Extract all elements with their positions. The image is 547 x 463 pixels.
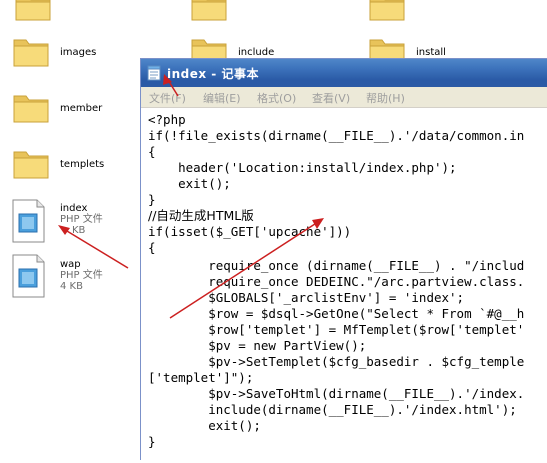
code-line: if(isset($_GET['upcache'])) xyxy=(148,224,352,239)
menu-view[interactable]: 查看(V) xyxy=(312,90,350,106)
code-line: header('Location:install/index.php'); xyxy=(148,160,457,175)
code-line: { xyxy=(148,144,156,159)
php-file-icon[interactable] xyxy=(10,198,46,244)
window-title: index - 记事本 xyxy=(167,67,259,81)
folder-icon[interactable] xyxy=(12,90,50,124)
code-line: { xyxy=(148,240,156,255)
menu-format[interactable]: 格式(O) xyxy=(257,90,296,106)
code-line: require_once DEDEINC."/arc.partview.clas… xyxy=(148,274,525,289)
folder-label-include[interactable]: include xyxy=(238,47,274,58)
code-line: $GLOBALS['_arclistEnv'] = 'index'; xyxy=(148,290,465,305)
code-line: $pv->SaveToHtml(dirname(__FILE__).'/inde… xyxy=(148,386,525,401)
file-size: KB xyxy=(72,225,86,236)
title-bar[interactable]: index - 记事本 xyxy=(141,59,547,87)
code-line: ['templet']"); xyxy=(148,370,254,385)
file-wap[interactable]: wap PHP 文件 4 KB xyxy=(60,259,103,292)
code-line: exit(); xyxy=(148,418,261,433)
code-line: require_once (dirname(__FILE__) . "/incl… xyxy=(148,258,525,273)
php-file-icon[interactable] xyxy=(10,253,46,299)
folder-icon[interactable] xyxy=(12,146,50,180)
folder-icon[interactable] xyxy=(12,34,50,68)
file-name: index xyxy=(60,203,88,214)
code-line: <?php xyxy=(148,112,186,127)
code-line: exit(); xyxy=(148,176,231,191)
folder-icon[interactable] xyxy=(14,0,52,22)
menu-help[interactable]: 帮助(H) xyxy=(366,90,405,106)
menu-bar: 文件(F) 编辑(E) 格式(O) 查看(V) 帮助(H) xyxy=(141,87,547,108)
notepad-window[interactable]: index - 记事本 文件(F) 编辑(E) 格式(O) 查看(V) 帮助(H… xyxy=(140,58,547,463)
file-type: PHP 文件 xyxy=(60,214,103,225)
code-line: include(dirname(__FILE__).'/index.html')… xyxy=(148,402,517,417)
code-line: if(!file_exists(dirname(__FILE__).'/data… xyxy=(148,128,525,143)
folder-icon[interactable] xyxy=(190,0,228,22)
code-line: } xyxy=(148,192,156,207)
text-editor-area[interactable]: <?php if(!file_exists(dirname(__FILE__).… xyxy=(141,108,547,463)
folder-label-templets[interactable]: templets xyxy=(60,159,104,170)
menu-edit[interactable]: 编辑(E) xyxy=(203,90,241,106)
file-index[interactable]: index PHP 文件 KB xyxy=(60,203,103,236)
code-line: $pv->SetTemplet($cfg_basedir . $cfg_temp… xyxy=(148,354,525,369)
code-line: $row = $dsql->GetOne("Select * From `#@_… xyxy=(148,306,525,321)
folder-icon[interactable] xyxy=(368,0,406,22)
folder-label-member[interactable]: member xyxy=(60,103,102,114)
notepad-icon xyxy=(147,65,161,81)
file-type: PHP 文件 xyxy=(60,270,103,281)
folder-label-images[interactable]: images xyxy=(60,47,96,58)
code-line: $row['templet'] = MfTemplet($row['temple… xyxy=(148,322,525,337)
menu-file[interactable]: 文件(F) xyxy=(149,90,186,106)
folder-label-install[interactable]: install xyxy=(416,47,446,58)
code-line: } xyxy=(148,434,156,449)
file-name: wap xyxy=(60,259,81,270)
code-line: //自动生成HTML版 xyxy=(148,208,254,223)
code-line: $pv = new PartView(); xyxy=(148,338,367,353)
file-size: 4 KB xyxy=(60,281,83,292)
